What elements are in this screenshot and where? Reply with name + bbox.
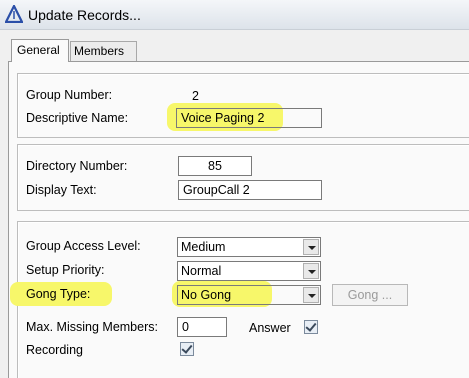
- directory-number-field[interactable]: 85: [178, 156, 252, 176]
- descriptive-name-field[interactable]: Voice Paging 2: [176, 108, 322, 128]
- group-access-level-value: Medium: [181, 240, 226, 254]
- descriptive-name-value: Voice Paging 2: [181, 111, 265, 125]
- group-directory-box: [17, 144, 469, 211]
- chevron-down-icon[interactable]: [303, 239, 319, 255]
- max-missing-members-label: Max. Missing Members:: [26, 320, 158, 334]
- group-access-level-select[interactable]: Medium: [177, 237, 321, 257]
- display-text-label: Display Text:: [26, 183, 97, 197]
- answer-label: Answer: [249, 321, 291, 335]
- tab-members[interactable]: Members: [70, 41, 137, 62]
- chevron-down-icon[interactable]: [303, 287, 319, 303]
- title-bar: Update Records...: [0, 0, 469, 30]
- gong-type-label: Gong Type:: [26, 287, 91, 301]
- max-missing-members-field[interactable]: 0: [177, 317, 227, 337]
- chevron-down-icon[interactable]: [303, 263, 319, 279]
- app-triangle-icon: [5, 5, 23, 23]
- recording-label: Recording: [26, 343, 83, 357]
- gong-type-value: No Gong: [181, 288, 232, 302]
- setup-priority-select[interactable]: Normal: [177, 261, 321, 281]
- descriptive-name-label: Descriptive Name:: [26, 111, 129, 125]
- gong-type-select[interactable]: No Gong: [177, 285, 321, 305]
- gong-button[interactable]: Gong ...: [332, 284, 408, 306]
- display-text-value: GroupCall 2: [183, 183, 250, 197]
- setup-priority-value: Normal: [181, 264, 222, 278]
- group-number-value: 2: [192, 89, 199, 103]
- group-access-level-label: Group Access Level:: [26, 239, 141, 253]
- window-title: Update Records...: [28, 7, 141, 23]
- max-missing-members-value: 0: [182, 320, 189, 334]
- directory-number-label: Directory Number:: [26, 159, 128, 173]
- display-text-field[interactable]: GroupCall 2: [178, 180, 322, 200]
- recording-checkbox[interactable]: [180, 342, 194, 356]
- group-number-label: Group Number:: [26, 88, 113, 102]
- directory-number-value: 85: [208, 159, 222, 173]
- setup-priority-label: Setup Priority:: [26, 263, 105, 277]
- tab-general[interactable]: General: [11, 39, 69, 62]
- answer-checkbox[interactable]: [304, 320, 318, 334]
